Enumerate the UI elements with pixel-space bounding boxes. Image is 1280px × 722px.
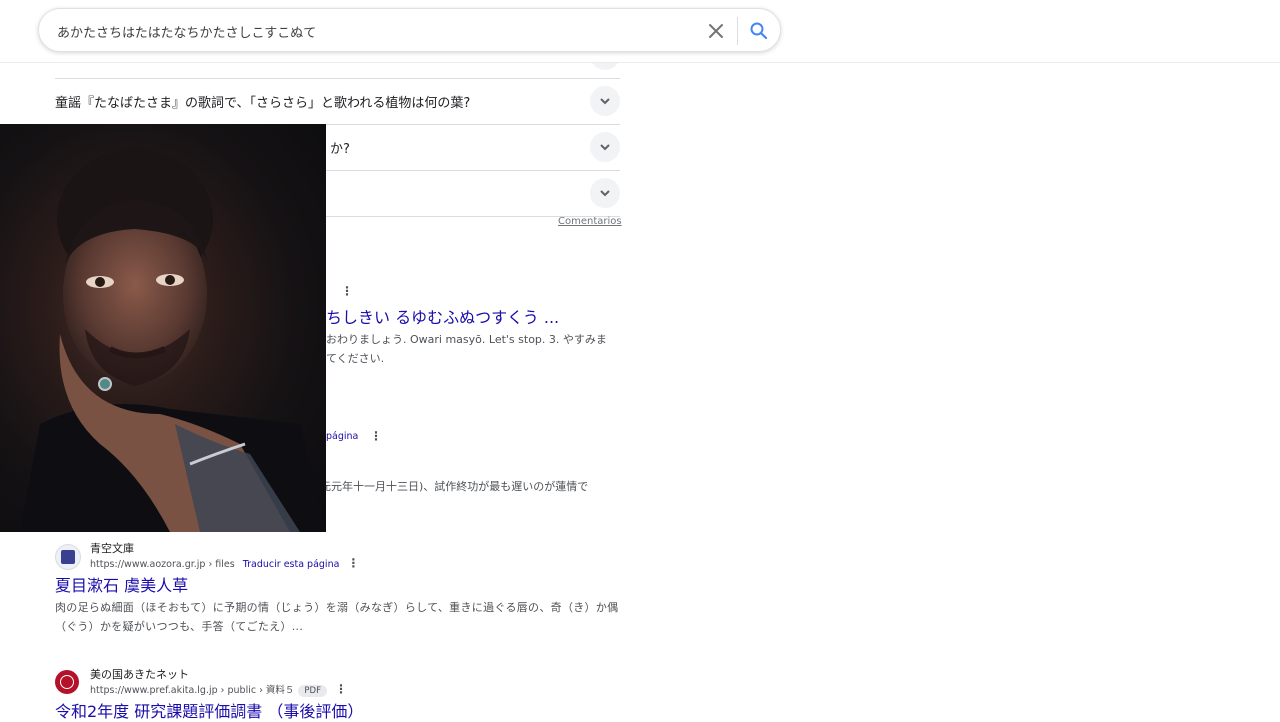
more-options-icon[interactable]: ⋮ [341, 284, 353, 298]
site-url[interactable]: https://www.pref.akita.lg.jp › public › … [90, 682, 347, 697]
translate-link[interactable]: Traducir esta página [243, 559, 340, 570]
search-input[interactable] [57, 21, 697, 41]
search-box[interactable] [38, 8, 781, 52]
clear-search-button[interactable] [705, 20, 727, 42]
result-snippet-partial: おわりましょう. Owari masyō. Let's stop. 3. やすみ… [326, 333, 607, 346]
site-name: 美の国あきたネット [90, 668, 189, 681]
translate-link-partial[interactable]: página [326, 431, 358, 442]
site-favicon [55, 670, 79, 694]
pdf-badge: PDF [298, 685, 327, 697]
url-host: https://www.pref.akita.lg.jp [90, 685, 218, 696]
more-options-icon[interactable]: ⋮ [347, 556, 359, 570]
url-host: https://www.aozora.gr.jp [90, 559, 206, 570]
url-path: › files [205, 559, 235, 570]
chevron-down-icon [590, 178, 620, 208]
result-snippet: 肉の足らぬ細面（ほそおもて）に予期の情（じょう）を溺（みなぎ）らして、重きに過ぐ… [55, 601, 619, 633]
faq-question: か? [330, 142, 350, 157]
search-header [0, 0, 1280, 63]
result-snippet-partial: てください. [326, 352, 385, 365]
close-icon [709, 24, 723, 38]
faq-item-1[interactable]: 童謡『たなばたさま』の歌詞で、「さらさら」と歌われる植物は何の葉? [55, 78, 620, 125]
site-url[interactable]: https://www.aozora.gr.jp › files Traducir… [90, 556, 359, 570]
site-favicon [55, 544, 81, 570]
more-options-icon[interactable]: ⋮ [370, 429, 382, 443]
search-button[interactable] [747, 19, 771, 43]
feedback-link[interactable]: Comentarios [558, 216, 622, 227]
search-divider [737, 17, 738, 45]
result-title-partial[interactable]: ちしきい るゆむふぬつすくう ... [326, 304, 559, 328]
chevron-down-icon [590, 86, 620, 116]
faq-question: 童謡『たなばたさま』の歌詞で、「さらさら」と歌われる植物は何の葉? [55, 96, 471, 111]
search-icon [750, 22, 768, 40]
person-photo [20, 149, 326, 532]
url-path: › public › 資料５ [217, 685, 295, 696]
webcam-overlay [0, 124, 326, 532]
chevron-down-icon [590, 132, 620, 162]
result-title-link[interactable]: 令和2年度 研究課題評価調書 （事後評価） [55, 698, 363, 722]
more-options-icon[interactable]: ⋮ [335, 682, 347, 696]
result-title-link[interactable]: 夏目漱石 虞美人草 [55, 572, 188, 596]
site-name: 青空文庫 [90, 542, 134, 555]
result-snippet-partial: 元元年十一月十三日)、試作終功が最も遅いのが蓮情で [320, 480, 589, 493]
